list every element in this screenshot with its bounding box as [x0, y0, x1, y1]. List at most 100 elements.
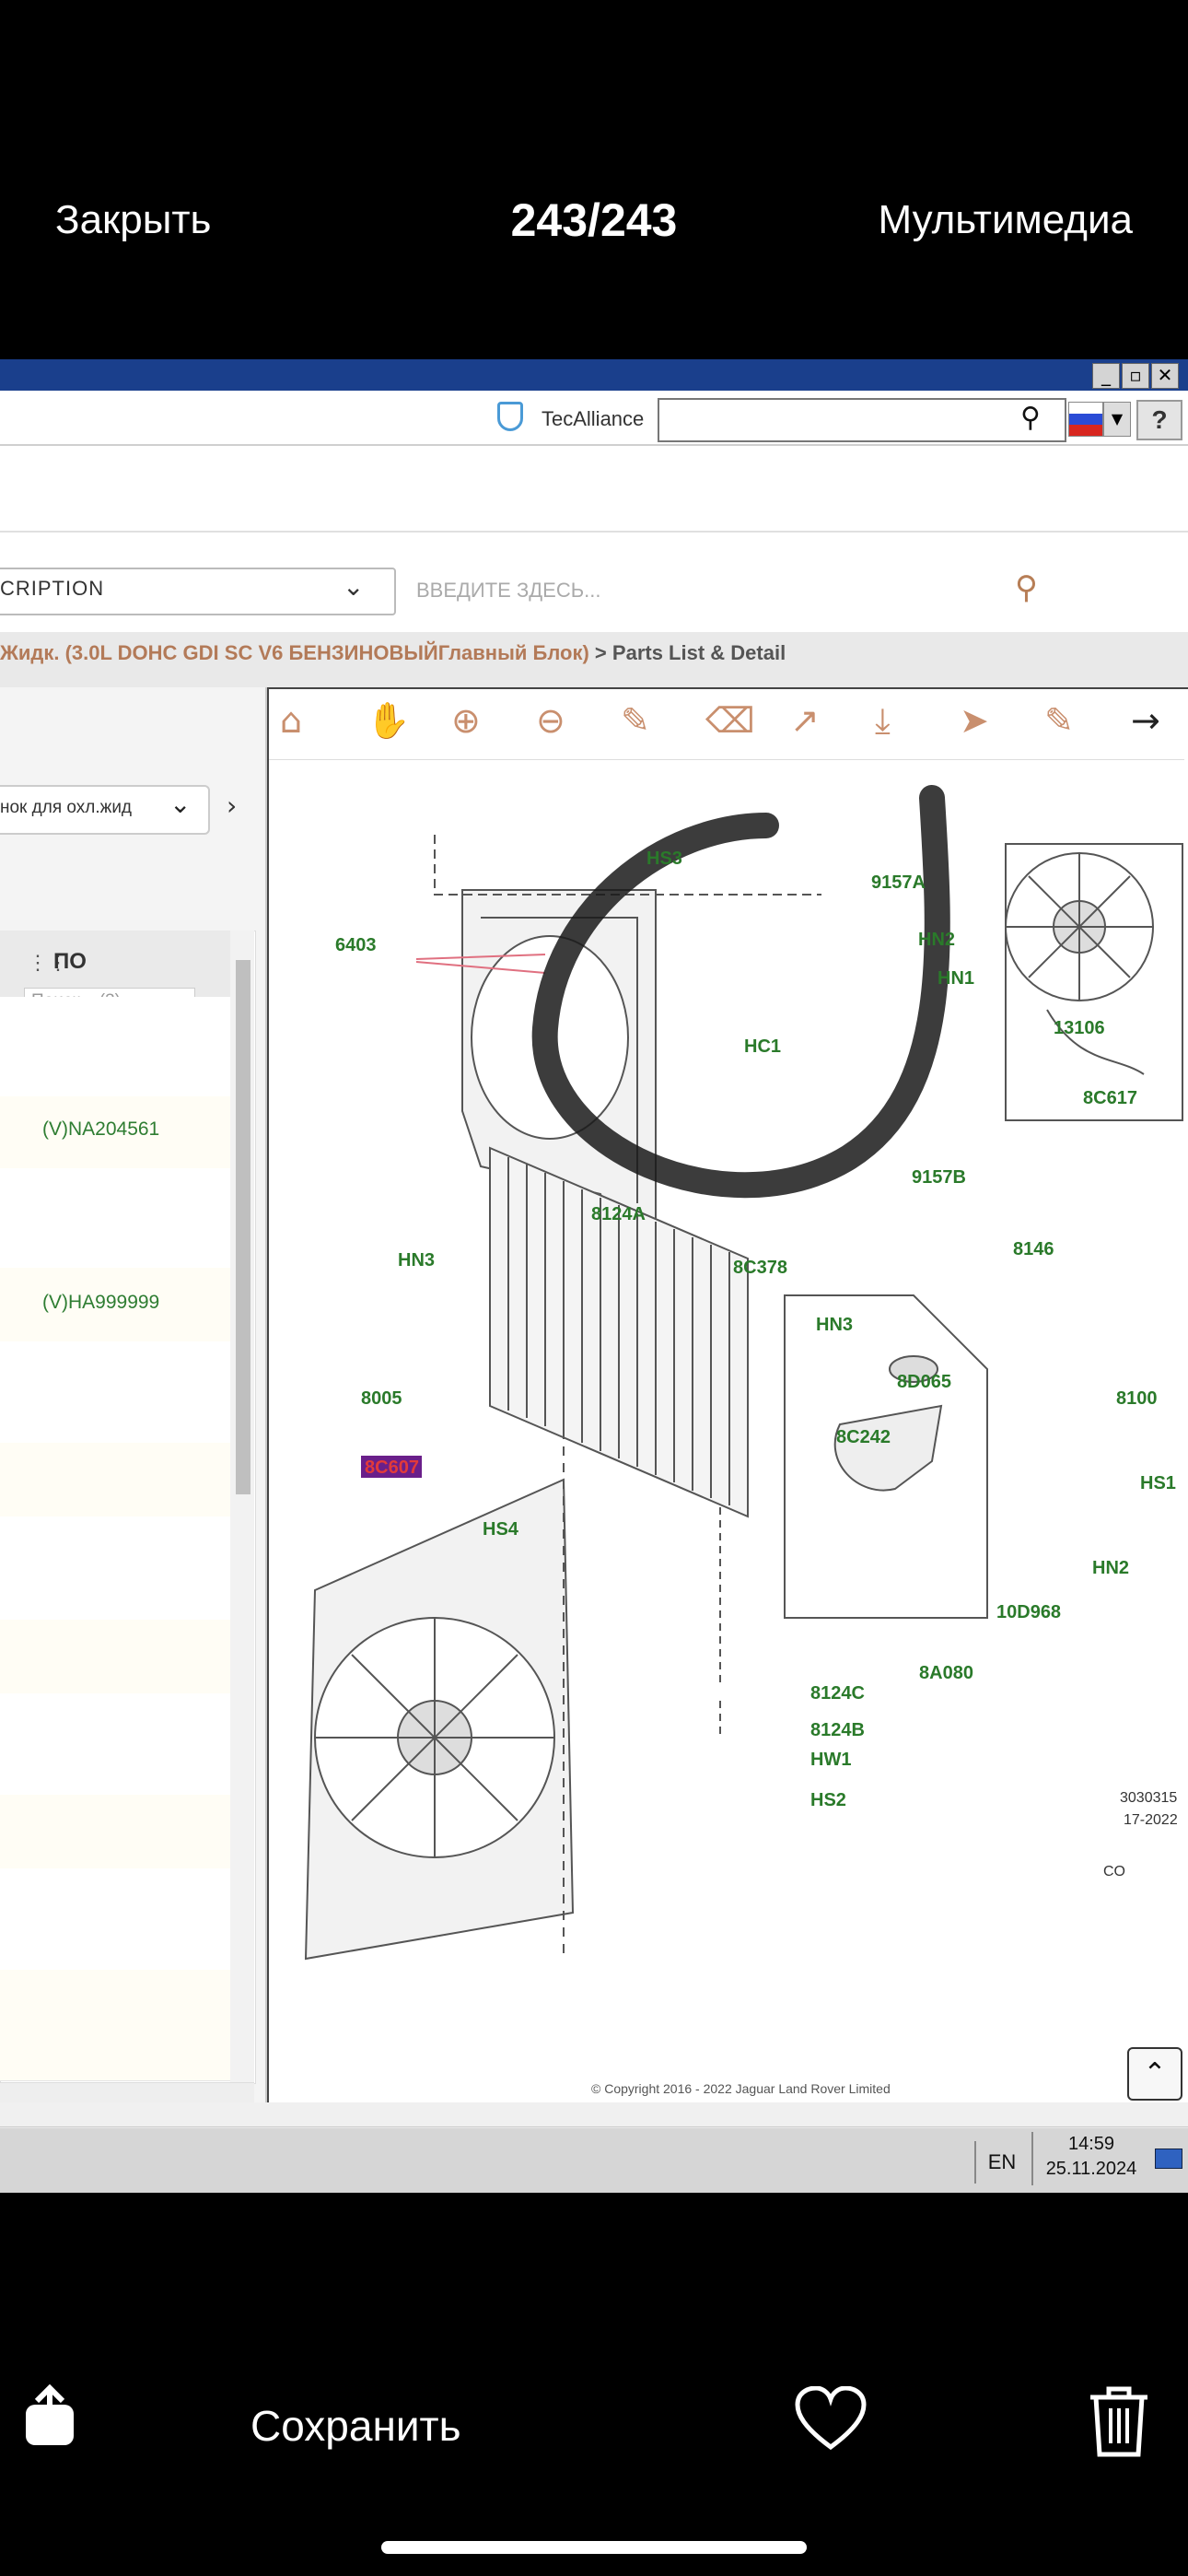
save-button[interactable]: Сохранить: [250, 2401, 461, 2451]
taskbar-clock[interactable]: 14:59 25.11.2024: [1031, 2132, 1149, 2185]
tecalliance-logo-icon: [497, 402, 523, 431]
brand-name: TecAlliance: [542, 407, 645, 430]
table-row[interactable]: [0, 1795, 230, 1869]
minimize-button[interactable]: _: [1092, 363, 1120, 389]
callout-label[interactable]: 8100: [1116, 1388, 1158, 1409]
clock-date: 25.11.2024: [1045, 2159, 1137, 2179]
breadcrumb-item-suffix[interactable]: Главный Блок): [438, 641, 589, 664]
trash-icon[interactable]: [1087, 2384, 1151, 2463]
chevron-down-icon[interactable]: ⌄: [343, 571, 364, 602]
callout-label[interactable]: HS3: [646, 849, 682, 869]
edit-note-icon[interactable]: ✎: [1044, 700, 1074, 741]
close-window-button[interactable]: ✕: [1151, 363, 1179, 389]
table-row[interactable]: [0, 1970, 230, 2081]
callout-label[interactable]: HN3: [398, 1250, 435, 1270]
chevron-down-icon[interactable]: ⌄: [169, 789, 191, 819]
callout-label[interactable]: 8124C: [810, 1683, 865, 1704]
breadcrumb-separator: >: [594, 641, 607, 664]
pan-hand-icon[interactable]: ✋: [367, 700, 410, 742]
description-select-value: CRIPTION: [0, 577, 105, 600]
taskbar-strip: [0, 2102, 1188, 2127]
table-row[interactable]: [0, 1620, 230, 1694]
filter-search-input[interactable]: ВВЕДИТЕ ЗДЕСЬ...: [416, 579, 600, 603]
header-search-input[interactable]: [658, 398, 1066, 442]
home-icon[interactable]: ⌂: [280, 700, 302, 741]
restore-button[interactable]: ▫: [1122, 363, 1149, 389]
zoom-out-icon[interactable]: ⊖: [536, 700, 565, 741]
nav-band: [0, 446, 1188, 533]
drawing-date: 17-2022: [1124, 1812, 1178, 1828]
breadcrumb-item[interactable]: Жидк. (3.0L DOHC GDI SC V6 БЕНЗИНОВЫЙ: [0, 641, 438, 664]
callout-label[interactable]: 8124B: [810, 1720, 865, 1740]
parts-diagram[interactable]: HS3 9157A HN2 HN1 6403 HC1 13106 8C617 9…: [269, 761, 1184, 2099]
share-icon[interactable]: [22, 2383, 77, 2453]
subgroup-select-value: нок для охл.жид: [0, 798, 133, 817]
home-indicator[interactable]: [381, 2541, 807, 2554]
table-row[interactable]: (V)NA204561: [0, 1096, 230, 1169]
table-row[interactable]: [0, 1693, 230, 1796]
callout-label[interactable]: HN2: [918, 930, 955, 950]
callout-label[interactable]: 9157A: [871, 872, 926, 893]
clock-time: 14:59: [1067, 2134, 1115, 2154]
callout-label[interactable]: 9157B: [912, 1167, 966, 1188]
column-header[interactable]: ПО: [53, 949, 87, 975]
viewer-top-bar: [0, 0, 1188, 359]
table-row[interactable]: [0, 1168, 230, 1269]
callout-label[interactable]: 6403: [335, 935, 377, 955]
viewer-bottom-bar: [0, 2193, 1188, 2576]
drawing-code: CO: [1103, 1864, 1125, 1879]
callout-label[interactable]: HN2: [1092, 1558, 1129, 1578]
table-row[interactable]: [0, 1868, 230, 1971]
eraser-icon[interactable]: ⌫: [705, 700, 755, 741]
breadcrumb: Жидк. (3.0L DOHC GDI SC V6 БЕНЗИНОВЫЙГла…: [0, 641, 786, 665]
table-row[interactable]: [0, 1443, 230, 1517]
callout-label[interactable]: HS1: [1140, 1473, 1176, 1493]
window-titlebar: [0, 359, 1188, 391]
scroll-up-button[interactable]: ⌃: [1127, 2047, 1182, 2101]
table-cell: (V)HA999999: [42, 1292, 160, 1313]
help-button[interactable]: ?: [1136, 400, 1182, 440]
select-pointer-icon[interactable]: ➤: [960, 700, 989, 741]
callout-label[interactable]: 8C617: [1083, 1088, 1137, 1108]
callout-label[interactable]: HS4: [483, 1519, 519, 1540]
callout-label[interactable]: 13106: [1054, 1018, 1105, 1038]
pencil-icon[interactable]: ✎: [621, 700, 650, 741]
next-arrow-icon[interactable]: ›: [227, 790, 237, 821]
search-icon[interactable]: ⚲: [1020, 402, 1041, 434]
callout-label[interactable]: 8005: [361, 1388, 402, 1409]
callout-label-highlighted[interactable]: 8C607: [365, 1458, 419, 1478]
copyright-text: © Copyright 2016 - 2022 Jaguar Land Rove…: [591, 2081, 891, 2096]
open-external-icon[interactable]: ↗: [790, 700, 820, 741]
callout-label[interactable]: 8D065: [897, 1372, 951, 1392]
russian-flag-icon[interactable]: [1068, 402, 1103, 437]
callout-label[interactable]: HS2: [810, 1790, 846, 1810]
show-desktop-icon[interactable]: [1155, 2149, 1182, 2169]
heart-icon[interactable]: [794, 2385, 868, 2457]
callout-label[interactable]: HN1: [938, 968, 974, 989]
language-dropdown-icon[interactable]: ▼: [1103, 402, 1131, 437]
zoom-in-icon[interactable]: ⊕: [451, 700, 481, 741]
callout-label[interactable]: HN3: [816, 1315, 853, 1335]
callout-label[interactable]: 8A080: [919, 1663, 973, 1683]
scrollbar-thumb[interactable]: [236, 960, 250, 1494]
table-row[interactable]: (V)HA999999: [0, 1268, 230, 1342]
callout-label[interactable]: 8C378: [733, 1258, 787, 1278]
callout-label[interactable]: 8146: [1013, 1239, 1054, 1259]
photo-content: _ ▫ ✕ TecAlliance ⚲ ▼ ? CRIPTION ⌄ ВВЕДИ…: [0, 359, 1188, 2193]
arrow-right-icon[interactable]: →: [1131, 700, 1160, 741]
callout-label[interactable]: 8C242: [836, 1427, 891, 1447]
callout-label[interactable]: HW1: [810, 1750, 851, 1770]
media-button[interactable]: Мультимедиа: [878, 197, 1133, 243]
table-row[interactable]: [0, 1341, 230, 1444]
download-icon[interactable]: ⤓: [875, 700, 891, 742]
table-cell: (V)NA204561: [42, 1118, 160, 1140]
callout-label[interactable]: HC1: [744, 1036, 781, 1057]
table-row[interactable]: [0, 1516, 230, 1621]
callout-label[interactable]: 8124A: [591, 1204, 646, 1224]
language-indicator[interactable]: EN: [974, 2141, 1028, 2184]
breadcrumb-current: Parts List & Detail: [611, 641, 786, 664]
search-icon[interactable]: ⚲: [1015, 569, 1038, 606]
drawing-number: 3030315: [1120, 1790, 1177, 1806]
table-row[interactable]: [0, 997, 230, 1097]
callout-label[interactable]: 10D968: [996, 1602, 1061, 1622]
